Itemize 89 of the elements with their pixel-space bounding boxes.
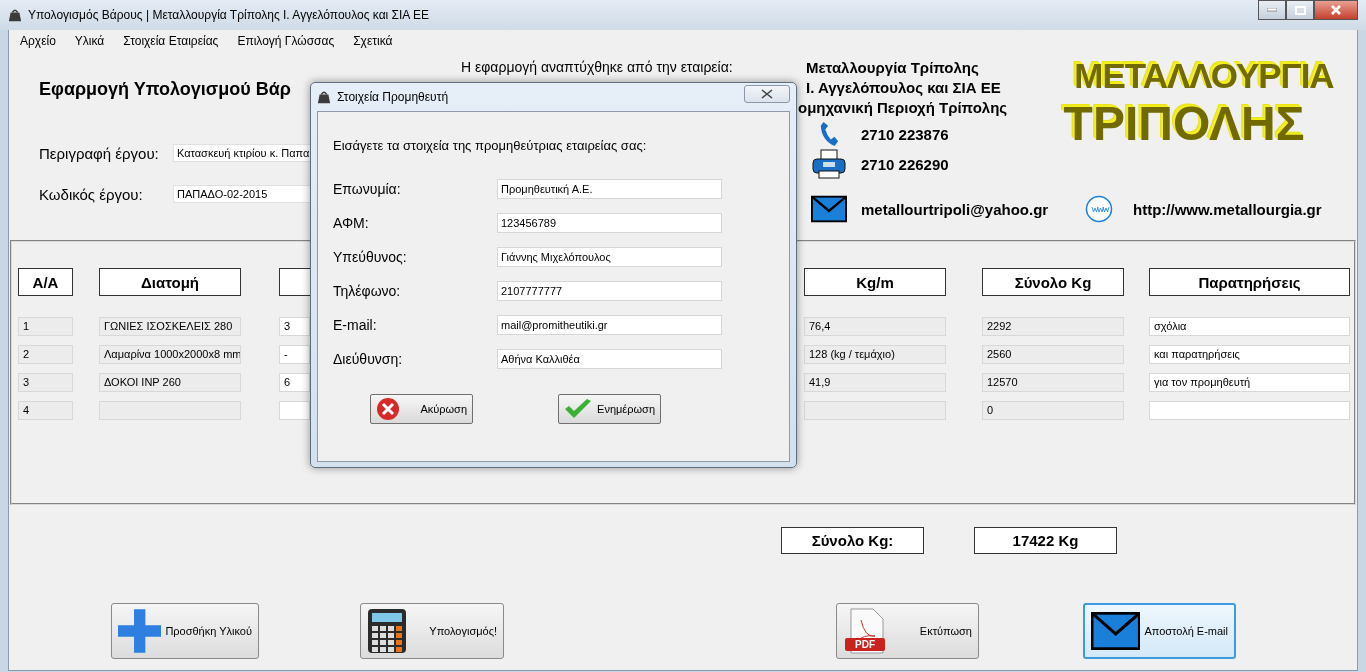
field-label: Τηλέφωνο: <box>333 283 402 299</box>
calculate-button[interactable]: Υπολογισμός! <box>360 603 504 659</box>
field-label: Διεύθυνση: <box>333 351 404 367</box>
column-header <box>279 268 310 296</box>
table-cell[interactable]: - <box>279 345 310 364</box>
maximize-button[interactable] <box>1286 0 1314 20</box>
table-cell: 3 <box>18 373 73 392</box>
close-icon <box>1331 5 1341 15</box>
table-cell[interactable]: 6 <box>279 373 310 392</box>
table-cell: 2292 <box>982 317 1124 336</box>
company-logo: ΜΕΤΑΛΛΟΥΡΓΙΑ ΤΡΙΠΟΛΗΣ <box>1062 55 1335 152</box>
add-material-button[interactable]: Προσθήκη Υλικού <box>111 603 259 659</box>
column-header: Kg/m <box>804 268 946 296</box>
calculator-icon <box>367 608 407 654</box>
menu-item[interactable]: Επιλογή Γλώσσας <box>237 34 335 50</box>
table-cell: ΓΩΝΙΕΣ ΙΣΟΣΚΕΛΕΙΣ 280 <box>99 317 241 336</box>
cancel-button[interactable]: Ακύρωση <box>370 394 473 424</box>
field-label: ΑΦΜ: <box>333 215 370 231</box>
input-field[interactable]: Προμηθευτική Α.Ε. <box>497 179 722 199</box>
column-header: Παρατηρήσεις <box>1149 268 1350 296</box>
dialog-title: Στοιχεία Προμηθευτή <box>337 90 449 104</box>
total-label: Σύνολο Kg: <box>781 527 924 554</box>
envelope-icon <box>1091 612 1141 650</box>
close-icon <box>376 397 400 421</box>
send-email-button[interactable]: Αποστολή E-mail <box>1083 603 1236 659</box>
column-header: Διατομή <box>99 268 241 296</box>
total-value: 17422 Kg <box>974 527 1117 554</box>
input-field[interactable]: 2107777777 <box>497 281 722 301</box>
company-name-line: Ι. Αγγελόπουλος και ΣΙΑ ΕΕ <box>806 79 1002 98</box>
input-field[interactable]: Αθήνα Καλλιθέα <box>497 349 722 369</box>
input-field[interactable]: ΠΑΠΑΔΟ-02-2015 <box>173 185 311 203</box>
close-button[interactable] <box>1314 0 1358 20</box>
input-field[interactable]: mail@promitheutiki.gr <box>497 315 722 335</box>
envelope-icon <box>811 195 847 223</box>
maximize-icon <box>1294 5 1306 15</box>
input-field[interactable]: Γιάννης Μιχελόπουλος <box>497 247 722 267</box>
menu-item[interactable]: Αρχείο <box>20 34 56 50</box>
website-link[interactable]: http://www.metallourgia.gr <box>1133 200 1322 218</box>
update-button[interactable]: Ενημέρωση <box>558 394 661 424</box>
globe-icon <box>1085 195 1113 223</box>
table-cell[interactable] <box>1149 401 1350 420</box>
menu-item[interactable]: Στοιχεία Εταιρείας <box>123 34 219 50</box>
app-title: Εφαρμογή Υπολογισμού Βάρ <box>39 79 291 100</box>
contact-number: 2710 226290 <box>861 155 949 173</box>
field-label: Περιγραφή έργου: <box>39 144 160 162</box>
table-cell[interactable]: 3 <box>279 317 310 336</box>
table-cell[interactable] <box>279 401 310 420</box>
table-cell: 2 <box>18 345 73 364</box>
close-icon <box>761 89 773 99</box>
company-name-line: ομηχανική Περιοχή Τρίπολης <box>798 99 1009 118</box>
close-button[interactable] <box>744 85 790 103</box>
minimize-icon <box>1267 8 1277 12</box>
company-name-line: Μεταλλουργία Τρίπολης <box>806 59 980 78</box>
field-label: Επωνυμία: <box>333 181 402 197</box>
dialog-prompt: Εισάγετε τα στοιχεία της προμηθεύτριας εταιρείας σας: <box>333 138 648 153</box>
table-cell: 12570 <box>982 373 1124 392</box>
field-label: E-mail: <box>333 317 378 333</box>
checkmark-icon <box>564 398 592 420</box>
phone-icon <box>818 120 840 148</box>
table-cell: 0 <box>982 401 1124 420</box>
column-header: Α/Α <box>18 268 73 296</box>
weight-icon <box>8 8 22 22</box>
field-label: Υπεύθυνος: <box>333 249 408 265</box>
table-cell[interactable]: για τον προμηθευτή <box>1149 373 1350 392</box>
table-cell: 4 <box>18 401 73 420</box>
menu-item[interactable]: Σχετικά <box>353 34 393 50</box>
minimize-button[interactable] <box>1258 0 1286 20</box>
column-header: Σύνολο Kg <box>982 268 1124 296</box>
print-button[interactable]: PDF Εκτύπωση <box>836 603 979 659</box>
input-field[interactable]: 123456789 <box>497 213 722 233</box>
table-cell: 41,9 <box>804 373 946 392</box>
plus-icon <box>118 608 162 654</box>
table-cell[interactable]: σχόλια <box>1149 317 1350 336</box>
table-cell: Λαμαρίνα 1000x2000x8 mm <box>99 345 241 364</box>
table-cell: 2560 <box>982 345 1124 364</box>
table-cell: 128 (kg / τεμάχιο) <box>804 345 946 364</box>
weight-icon <box>317 90 331 104</box>
window-title: Υπολογισμός Βάρους | Μεταλλουργία Τρίπολης Ι. Αγγελόπουλος και ΣΙΑ ΕΕ <box>28 8 429 22</box>
contact-number: 2710 223876 <box>861 125 949 143</box>
menu-item[interactable]: Υλικά <box>74 34 105 50</box>
field-label: Κωδικός έργου: <box>39 185 144 203</box>
input-field[interactable]: Κατασκευή κτιρίου κ. Παπα <box>173 144 311 162</box>
table-cell[interactable]: και παρατηρήσεις <box>1149 345 1350 364</box>
table-cell: ΔΟΚΟΙ INP 260 <box>99 373 241 392</box>
table-cell: 1 <box>18 317 73 336</box>
developer-intro: Η εφαρμογή αναπτύχθηκε από την εταιρεία: <box>461 59 733 75</box>
table-cell: 76,4 <box>804 317 946 336</box>
fax-icon <box>811 149 847 179</box>
email-address: metallourtripoli@yahoo.gr <box>861 200 1049 218</box>
